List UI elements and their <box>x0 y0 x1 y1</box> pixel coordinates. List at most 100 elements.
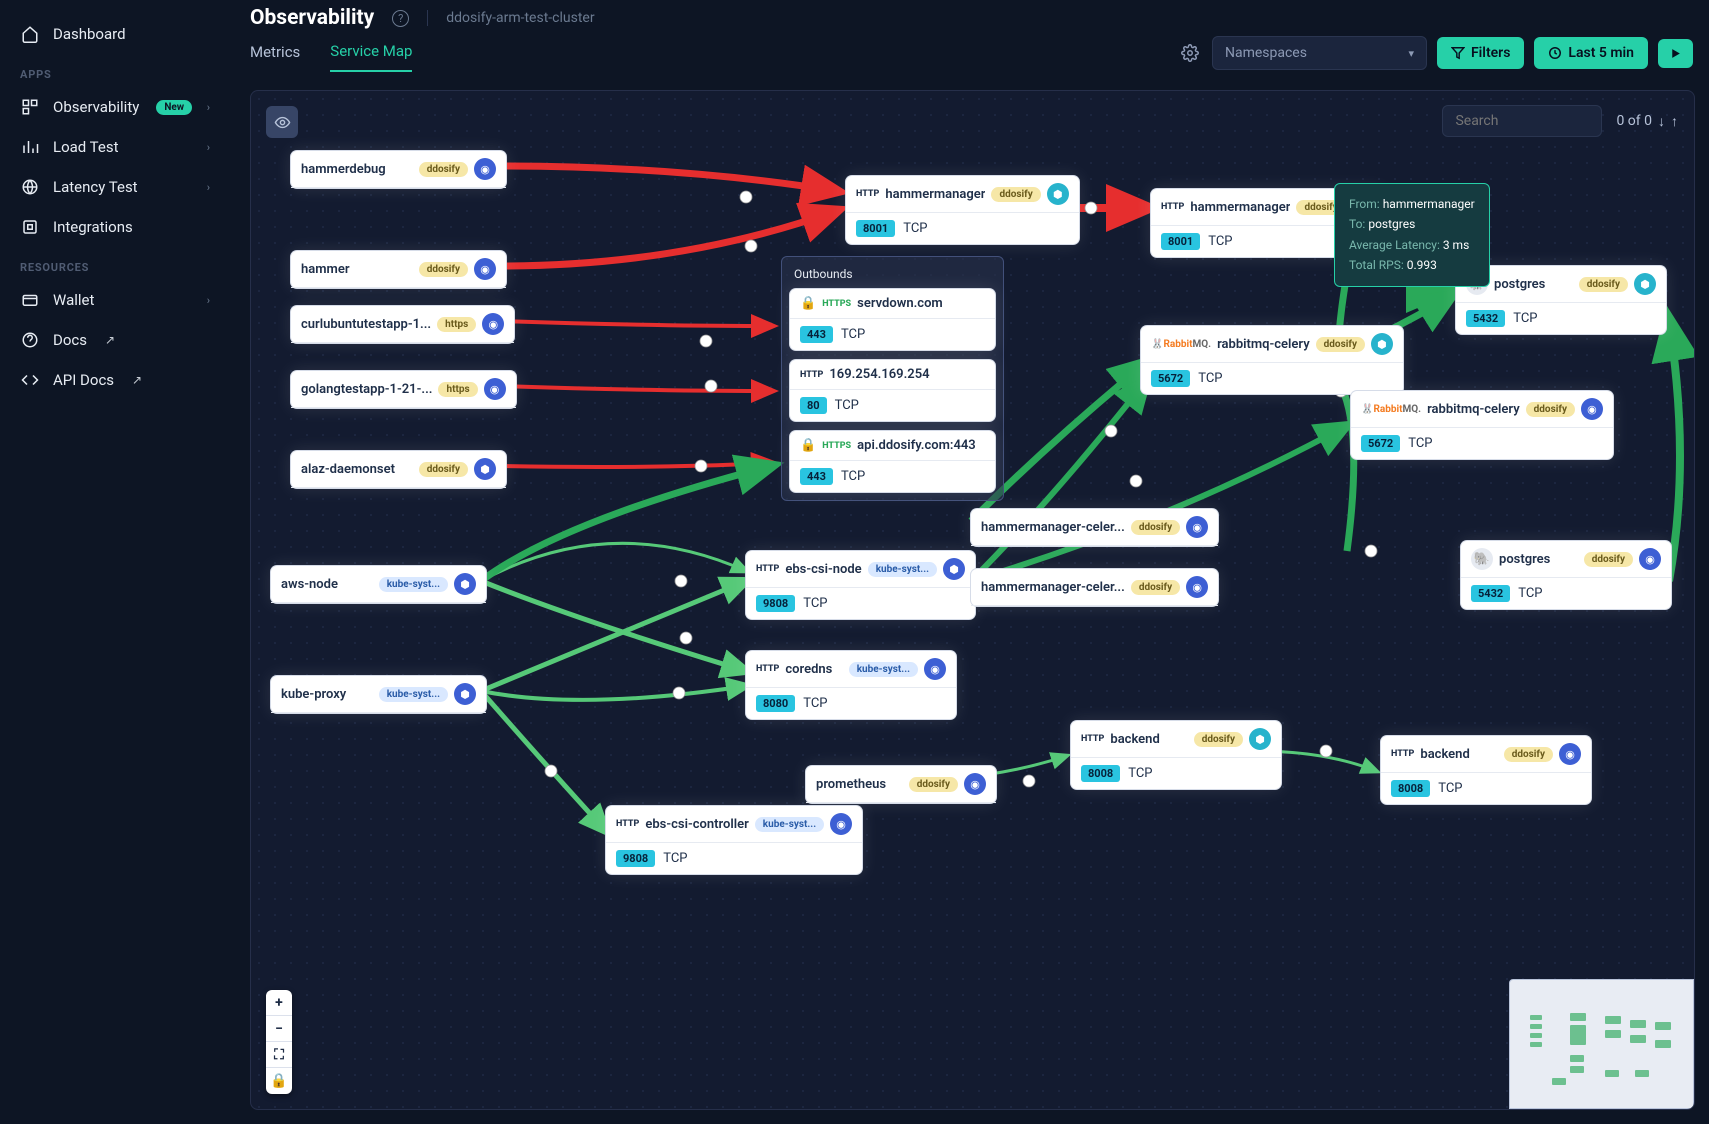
http-badge: HTTP <box>1161 202 1184 212</box>
sidebar-label: Load Test <box>53 138 119 156</box>
namespace-tag: ddosify <box>991 187 1040 202</box>
sidebar-item-latency[interactable]: Latency Test › <box>0 167 230 207</box>
rabbitmq-icon: 🐰RabbitMQ. <box>1361 404 1421 415</box>
node-title: prometheus <box>816 777 903 792</box>
node-coredns[interactable]: HTTPcorednskube-syst...◉ 8080TCP <box>746 651 956 719</box>
node-hammermanager-1[interactable]: HTTPhammermanagerddosify⬢ 8001TCP <box>846 176 1079 244</box>
tooltip-key: Average Latency: <box>1349 238 1440 252</box>
zoom-in-button[interactable]: + <box>266 990 292 1016</box>
node-hammer[interactable]: hammerddosify◉ <box>291 251 506 288</box>
node-title: ebs-csi-node <box>785 562 861 577</box>
node-rabbitmq-2[interactable]: 🐰RabbitMQ.rabbitmq-celeryddosify◉ 5672TC… <box>1351 391 1613 459</box>
node-postgres-2[interactable]: 🐘postgresddosify◉ 5432TCP <box>1461 541 1671 609</box>
new-badge: New <box>156 100 192 115</box>
node-ebsctrl[interactable]: HTTPebs-csi-controllerkube-syst...◉ 9808… <box>606 806 862 874</box>
canvas-search-bar: 0 of 0 ↓ ↑ <box>1442 105 1678 137</box>
node-title: hammerdebug <box>301 162 413 177</box>
port-badge: 5432 <box>1471 585 1510 602</box>
play-button[interactable] <box>1658 39 1693 68</box>
http-badge: HTTP <box>616 819 639 829</box>
rabbitmq-icon: 🐰RabbitMQ. <box>1151 339 1211 350</box>
pod-icon: ◉ <box>484 378 506 400</box>
arrow-down-icon[interactable]: ↓ <box>1658 113 1665 130</box>
node-title: hammer <box>301 262 413 277</box>
node-hmcel-2[interactable]: hammermanager-celer...ddosify◉ <box>971 569 1218 606</box>
chevron-right-icon: › <box>207 294 210 307</box>
node-rabbitmq-1[interactable]: 🐰RabbitMQ.rabbitmq-celeryddosify⬢ 5672TC… <box>1141 326 1403 394</box>
sidebar: Dashboard APPS Observability New › Load … <box>0 0 230 1124</box>
http-badge: HTTP <box>756 664 779 674</box>
node-title: postgres <box>1494 277 1573 292</box>
namespace-tag: ddosify <box>909 777 958 792</box>
node-hmcel-1[interactable]: hammermanager-celer...ddosify◉ <box>971 509 1218 546</box>
port-badge: 9808 <box>756 595 795 612</box>
protocol-label: TCP <box>835 398 859 413</box>
port-badge: 5672 <box>1361 435 1400 452</box>
service-map-canvas[interactable]: 0 of 0 ↓ ↑ <box>250 90 1695 1110</box>
node-title: hammermanager-celer... <box>981 580 1125 595</box>
protocol-label: TCP <box>1518 586 1542 601</box>
node-curlubuntu[interactable]: curlubuntutestapp-1...https◉ <box>291 306 514 343</box>
tab-metrics[interactable]: Metrics <box>250 43 300 71</box>
sidebar-item-loadtest[interactable]: Load Test › <box>0 127 230 167</box>
node-ebscsi[interactable]: HTTPebs-csi-nodekube-syst...⬢ 9808TCP <box>746 551 975 619</box>
node-alaz[interactable]: alaz-daemonsetddosify⬢ <box>291 451 506 488</box>
node-hammerdebug[interactable]: hammerdebugddosify◉ <box>291 151 506 188</box>
node-title: hammermanager-celer... <box>981 520 1125 535</box>
chevron-right-icon: › <box>207 141 210 154</box>
settings-icon[interactable] <box>1178 41 1202 65</box>
daemonset-icon: ⬢ <box>943 558 965 580</box>
namespace-tag: ddosify <box>419 162 468 177</box>
zoom-out-button[interactable]: − <box>266 1016 292 1042</box>
search-counter: 0 of 0 ↓ ↑ <box>1616 113 1678 130</box>
arrow-up-icon[interactable]: ↑ <box>1671 113 1678 130</box>
node-backend-1[interactable]: HTTPbackendddosify⬢ 8008TCP <box>1071 721 1281 789</box>
node-title: golangtestapp-1-21-... <box>301 382 432 397</box>
filters-button[interactable]: Filters <box>1437 37 1524 69</box>
host-name: 169.254.169.254 <box>829 367 985 382</box>
namespaces-dropdown[interactable]: Namespaces ▾ <box>1212 36 1427 70</box>
sidebar-item-docs[interactable]: Docs ↗ <box>0 320 230 360</box>
sidebar-item-observability[interactable]: Observability New › <box>0 87 230 127</box>
external-icon: ↗ <box>105 333 115 347</box>
visibility-toggle[interactable] <box>266 106 298 138</box>
pod-icon: ◉ <box>924 658 946 680</box>
sidebar-item-wallet[interactable]: Wallet › <box>0 280 230 320</box>
node-kubeproxy[interactable]: kube-proxykube-syst...⬢ <box>271 676 486 713</box>
sidebar-item-apidocs[interactable]: API Docs ↗ <box>0 360 230 400</box>
daemonset-icon: ⬢ <box>454 573 476 595</box>
search-input[interactable] <box>1442 105 1602 137</box>
port-badge: 8001 <box>1161 233 1200 250</box>
namespace-tag: ddosify <box>1316 337 1365 352</box>
node-golang[interactable]: golangtestapp-1-21-...https◉ <box>291 371 516 408</box>
minimap[interactable] <box>1509 979 1694 1109</box>
node-awsnode[interactable]: aws-nodekube-syst...⬢ <box>271 566 486 603</box>
node-backend-2[interactable]: HTTPbackendddosify◉ 8008TCP <box>1381 736 1591 804</box>
pod-icon: ◉ <box>1581 398 1603 420</box>
tab-servicemap[interactable]: Service Map <box>330 42 412 72</box>
port-badge: 9808 <box>616 850 655 867</box>
sidebar-item-dashboard[interactable]: Dashboard <box>0 14 230 54</box>
topbar: Observability ? ddosify-arm-test-cluster <box>230 0 1709 36</box>
fit-view-button[interactable]: ⛶ <box>266 1042 292 1068</box>
node-prometheus[interactable]: prometheus ddosify ◉ <box>806 766 996 803</box>
namespace-tag: ddosify <box>419 262 468 277</box>
lock-icon: 🔒 <box>800 296 816 311</box>
pod-icon: ◉ <box>1186 576 1208 598</box>
node-title: hammermanager <box>1190 200 1290 215</box>
port-badge: 443 <box>800 468 833 485</box>
protocol-label: TCP <box>1198 371 1222 386</box>
outbounds-group[interactable]: Outbounds 🔒HTTPSservdown.com 443TCP HTTP… <box>781 256 1004 501</box>
sidebar-section-resources: RESOURCES <box>0 247 230 280</box>
timerange-button[interactable]: Last 5 min <box>1534 37 1648 69</box>
port-badge: 80 <box>800 397 827 414</box>
pod-icon: ◉ <box>964 773 986 795</box>
sidebar-item-integrations[interactable]: Integrations <box>0 207 230 247</box>
help-icon[interactable]: ? <box>392 10 409 27</box>
dropdown-label: Namespaces <box>1225 45 1307 61</box>
wallet-icon <box>20 290 40 310</box>
lock-button[interactable]: 🔒 <box>266 1068 292 1094</box>
outbound-metadata[interactable]: HTTP169.254.169.254 80TCP <box>790 360 995 421</box>
outbound-servdown[interactable]: 🔒HTTPSservdown.com 443TCP <box>790 289 995 350</box>
outbound-api[interactable]: 🔒HTTPSapi.ddosify.com:443 443TCP <box>790 431 995 492</box>
